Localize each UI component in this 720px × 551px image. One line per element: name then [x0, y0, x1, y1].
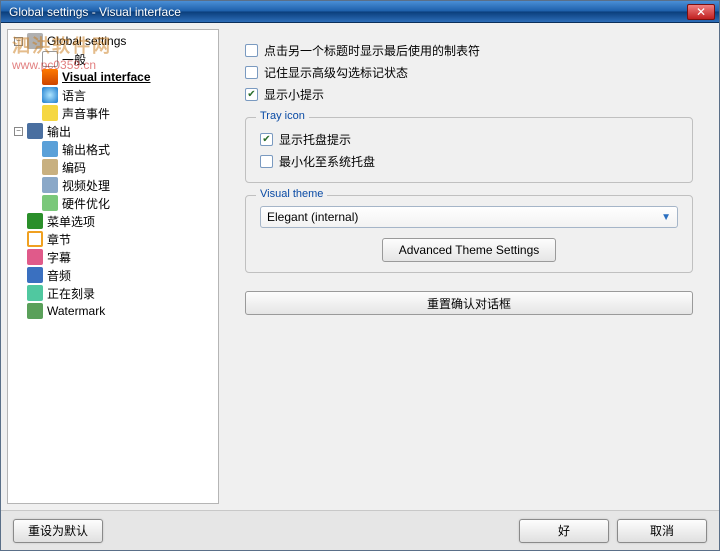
tray-legend: Tray icon: [256, 110, 309, 122]
disc-icon: [27, 285, 43, 301]
checkbox-icon: [245, 66, 258, 79]
checkbox-tray-hints[interactable]: ✔显示托盘提示: [260, 128, 678, 150]
theme-selected: Elegant (internal): [267, 210, 358, 224]
subtitle-icon: [27, 249, 43, 265]
tree-subtitles[interactable]: 字幕: [8, 248, 218, 266]
tree-hardware[interactable]: 硬件优化: [8, 194, 218, 212]
tree-soundevents[interactable]: 声音事件: [8, 104, 218, 122]
body: 泗洪软件网 www.pc0359.cn −Global settings 一般 …: [1, 23, 719, 510]
gear-icon: [27, 33, 43, 49]
collapse-icon[interactable]: −: [14, 127, 23, 136]
tree-global-settings[interactable]: −Global settings: [8, 32, 218, 50]
ok-button[interactable]: 好: [519, 519, 609, 543]
tree-output[interactable]: −输出: [8, 122, 218, 140]
tree-burning[interactable]: 正在刻录: [8, 284, 218, 302]
advanced-theme-button[interactable]: Advanced Theme Settings: [382, 238, 557, 262]
checkbox-remember-advanced[interactable]: 记住显示高级勾选标记状态: [245, 61, 693, 83]
tree-chapters[interactable]: 章节: [8, 230, 218, 248]
tree-visual-interface[interactable]: Visual interface: [8, 68, 218, 86]
checkbox-icon: [245, 44, 258, 57]
box-icon: [42, 159, 58, 175]
close-button[interactable]: ✕: [687, 4, 715, 20]
bell-icon: [42, 105, 58, 121]
tree-menu-options[interactable]: 菜单选项: [8, 212, 218, 230]
collapse-icon[interactable]: −: [14, 37, 23, 46]
tree-output-format[interactable]: 输出格式: [8, 140, 218, 158]
image-icon: [27, 303, 43, 319]
checkbox-icon: [260, 155, 273, 168]
clock-icon: [27, 231, 43, 247]
reset-confirm-button[interactable]: 重置确认对话框: [245, 291, 693, 315]
tree-audio[interactable]: 音频: [8, 266, 218, 284]
checkbox-show-tooltips[interactable]: ✔显示小提示: [245, 83, 693, 105]
note-icon: [27, 267, 43, 283]
tree-video-processing[interactable]: 视频处理: [8, 176, 218, 194]
sidebar[interactable]: 泗洪软件网 www.pc0359.cn −Global settings 一般 …: [7, 29, 219, 504]
titlebar[interactable]: Global settings - Visual interface ✕: [1, 1, 719, 23]
close-icon: ✕: [696, 5, 706, 19]
tree-encoding[interactable]: 编码: [8, 158, 218, 176]
settings-window: Global settings - Visual interface ✕ 泗洪软…: [0, 0, 720, 551]
checkbox-use-last-tab[interactable]: 点击另一个标题时显示最后使用的制表符: [245, 39, 693, 61]
check-icon: ✔: [245, 88, 258, 101]
tree-language[interactable]: 语言: [8, 86, 218, 104]
menu-icon: [27, 213, 43, 229]
chip-icon: [42, 195, 58, 211]
checkbox-minimize-tray[interactable]: 最小化至系统托盘: [260, 150, 678, 172]
visual-theme-group: Visual theme Elegant (internal) ▼ Advanc…: [245, 195, 693, 273]
theme-dropdown[interactable]: Elegant (internal) ▼: [260, 206, 678, 228]
tree-general[interactable]: 一般: [8, 50, 218, 68]
screen-icon: [42, 141, 58, 157]
cancel-button[interactable]: 取消: [617, 519, 707, 543]
chevron-down-icon: ▼: [661, 212, 671, 223]
tray-icon-group: Tray icon ✔显示托盘提示 最小化至系统托盘: [245, 117, 693, 183]
tree-watermark[interactable]: Watermark: [8, 302, 218, 320]
window-title: Global settings - Visual interface: [9, 5, 687, 19]
reset-defaults-button[interactable]: 重设为默认: [13, 519, 103, 543]
video-icon: [42, 177, 58, 193]
monitor-icon: [27, 123, 43, 139]
nav-tree: −Global settings 一般 Visual interface 语言 …: [8, 30, 218, 322]
palette-icon: [42, 69, 58, 85]
globe-icon: [42, 87, 58, 103]
check-icon: ✔: [260, 133, 273, 146]
content-panel: 点击另一个标题时显示最后使用的制表符 记住显示高级勾选标记状态 ✔显示小提示 T…: [225, 29, 713, 504]
footer: 重设为默认 好 取消: [1, 510, 719, 550]
theme-legend: Visual theme: [256, 188, 327, 200]
document-icon: [42, 51, 58, 67]
